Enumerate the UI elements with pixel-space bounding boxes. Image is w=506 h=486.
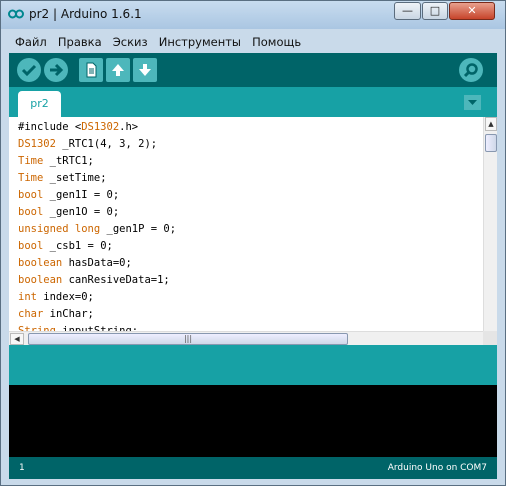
chevron-down-icon <box>468 100 477 105</box>
upload-button[interactable] <box>44 58 68 82</box>
code-keyword: boolean <box>18 257 63 269</box>
new-button[interactable] <box>79 58 103 82</box>
code-line[interactable]: boolean hasData=0; <box>18 255 176 272</box>
board-info: Arduino Uno on COM7 <box>387 463 487 473</box>
verify-button[interactable] <box>17 58 41 82</box>
code-token: _gen1O = 0; <box>43 206 120 218</box>
menu-tools[interactable]: Инструменты <box>159 32 241 52</box>
code-line[interactable]: bool _gen1I = 0; <box>18 187 176 204</box>
code-keyword: Time <box>18 172 44 184</box>
tab-pr2[interactable]: pr2 <box>18 91 61 117</box>
code-token: _setTime; <box>43 172 107 184</box>
code-keyword: int <box>18 291 37 303</box>
horizontal-scroll-thumb[interactable]: ||| <box>28 333 348 345</box>
code-keyword: unsigned <box>18 223 69 235</box>
code-keyword: bool <box>18 189 44 201</box>
scrollbar-corner <box>483 331 497 345</box>
code-line[interactable]: int index=0; <box>18 289 176 306</box>
arduino-logo-icon <box>8 9 24 19</box>
close-button[interactable]: ✕ <box>449 2 495 20</box>
code-keyword: boolean <box>18 274 63 286</box>
arduino-window: pr2 | Arduino 1.6.1 — □ ✕ Файл Правка Эс… <box>0 0 506 486</box>
code-line[interactable]: bool _gen1O = 0; <box>18 204 176 221</box>
save-button[interactable] <box>133 58 157 82</box>
scroll-up-arrow[interactable]: ▲ <box>485 117 497 131</box>
message-area <box>9 345 497 385</box>
toolbar <box>9 53 497 87</box>
tab-bar: pr2 <box>9 87 497 117</box>
menu-edit[interactable]: Правка <box>58 32 102 52</box>
code-line[interactable]: DS1302 _RTC1(4, 3, 2); <box>18 136 176 153</box>
code-line[interactable]: boolean canResiveData=1; <box>18 272 176 289</box>
code-token: .h> <box>119 121 139 133</box>
minimize-button[interactable]: — <box>394 2 421 20</box>
code-line[interactable]: unsigned long _gen1P = 0; <box>18 221 176 238</box>
serial-monitor-button[interactable] <box>459 58 483 82</box>
code-keyword: DS1302 <box>81 121 120 133</box>
tab-menu-button[interactable] <box>464 95 481 110</box>
code-token: canResiveData=1; <box>62 274 170 286</box>
code-keyword: long <box>74 223 101 235</box>
code-line[interactable]: char inChar; <box>18 306 176 323</box>
vertical-scrollbar[interactable]: ▲ <box>483 117 497 331</box>
new-file-icon <box>86 62 97 78</box>
vertical-scroll-thumb[interactable] <box>485 134 497 152</box>
magnifier-icon <box>463 63 478 78</box>
menu-help[interactable]: Помощь <box>252 32 301 52</box>
code-line[interactable]: Time _tRTC1; <box>18 153 176 170</box>
code-token: _gen1P = 0; <box>100 223 177 235</box>
code-token: hasData=0; <box>62 257 132 269</box>
code-keyword: Time <box>18 155 44 167</box>
code-keyword: DS1302 <box>18 138 56 150</box>
maximize-button[interactable]: □ <box>422 2 448 20</box>
menu-sketch[interactable]: Эскиз <box>113 32 148 52</box>
code-line[interactable]: #include <DS1302.h> <box>18 119 176 136</box>
open-button[interactable] <box>106 58 130 82</box>
code-line[interactable]: Time _setTime; <box>18 170 176 187</box>
code-token: #include < <box>18 121 82 133</box>
menu-bar: Файл Правка Эскиз Инструменты Помощь <box>9 31 497 51</box>
checkmark-icon <box>21 64 37 77</box>
title-bar: pr2 | Arduino 1.6.1 — □ ✕ <box>1 1 505 29</box>
code-token: _tRTC1; <box>43 155 94 167</box>
arrow-right-icon <box>50 63 64 77</box>
status-bar: 1 Arduino Uno on COM7 <box>9 457 497 479</box>
code-token: _RTC1(4, 3, 2); <box>55 138 158 150</box>
code-token: _csb1 = 0; <box>43 240 113 252</box>
code-keyword: bool <box>18 240 44 252</box>
arrow-down-icon <box>139 64 151 76</box>
arrow-up-icon <box>112 64 124 76</box>
code-token: _gen1I = 0; <box>43 189 120 201</box>
menu-file[interactable]: Файл <box>15 32 47 52</box>
line-number: 1 <box>19 463 25 473</box>
code-token: inChar; <box>43 308 94 320</box>
code-keyword: char <box>18 308 44 320</box>
code-editor[interactable]: #include <DS1302.h> DS1302 _RTC1(4, 3, 2)… <box>9 117 497 331</box>
code-text[interactable]: #include <DS1302.h> DS1302 _RTC1(4, 3, 2)… <box>18 119 176 331</box>
code-token: index=0; <box>36 291 94 303</box>
window-title: pr2 | Arduino 1.6.1 <box>29 7 142 21</box>
scroll-left-arrow[interactable]: ◀ <box>10 333 24 345</box>
horizontal-scrollbar[interactable]: ◀ ||| <box>9 331 483 345</box>
code-line[interactable]: bool _csb1 = 0; <box>18 238 176 255</box>
console-output[interactable] <box>9 385 497 457</box>
code-line[interactable]: String inputString; <box>18 323 176 331</box>
code-keyword: bool <box>18 206 44 218</box>
